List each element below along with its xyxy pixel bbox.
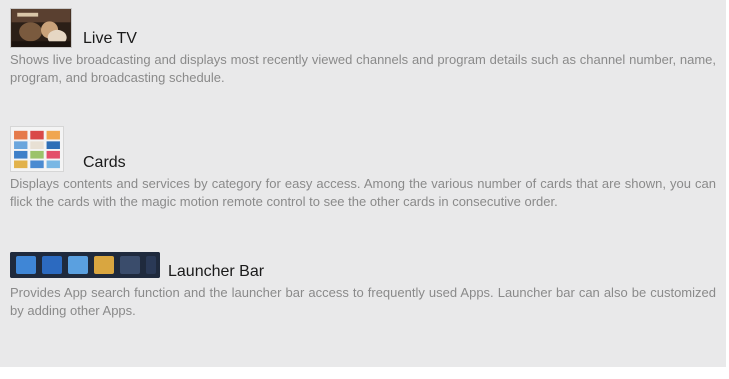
section-live-tv: Live TV Shows live broadcasting and disp… (10, 8, 716, 87)
section-title: Launcher Bar (168, 263, 265, 280)
section-title: Live TV (83, 30, 137, 47)
launcher-bar-thumbnail-icon (10, 252, 160, 283)
section-launcher-bar: Launcher Bar Provides App search functio… (10, 251, 716, 320)
section-description: Displays contents and services by catego… (10, 176, 716, 209)
section-heading: Cards (10, 126, 716, 172)
cards-thumbnail-icon (10, 126, 64, 177)
section-description: Provides App search function and the lau… (10, 285, 716, 318)
section-description: Shows live broadcasting and displays mos… (10, 52, 716, 85)
section-cards: Cards Displays contents and services by … (10, 126, 716, 211)
section-heading: Live TV (10, 8, 716, 48)
section-heading: Launcher Bar (10, 251, 716, 281)
manual-page: Live TV Shows live broadcasting and disp… (0, 0, 726, 367)
section-title: Cards (83, 154, 126, 171)
live-tv-thumbnail-icon (10, 8, 72, 53)
